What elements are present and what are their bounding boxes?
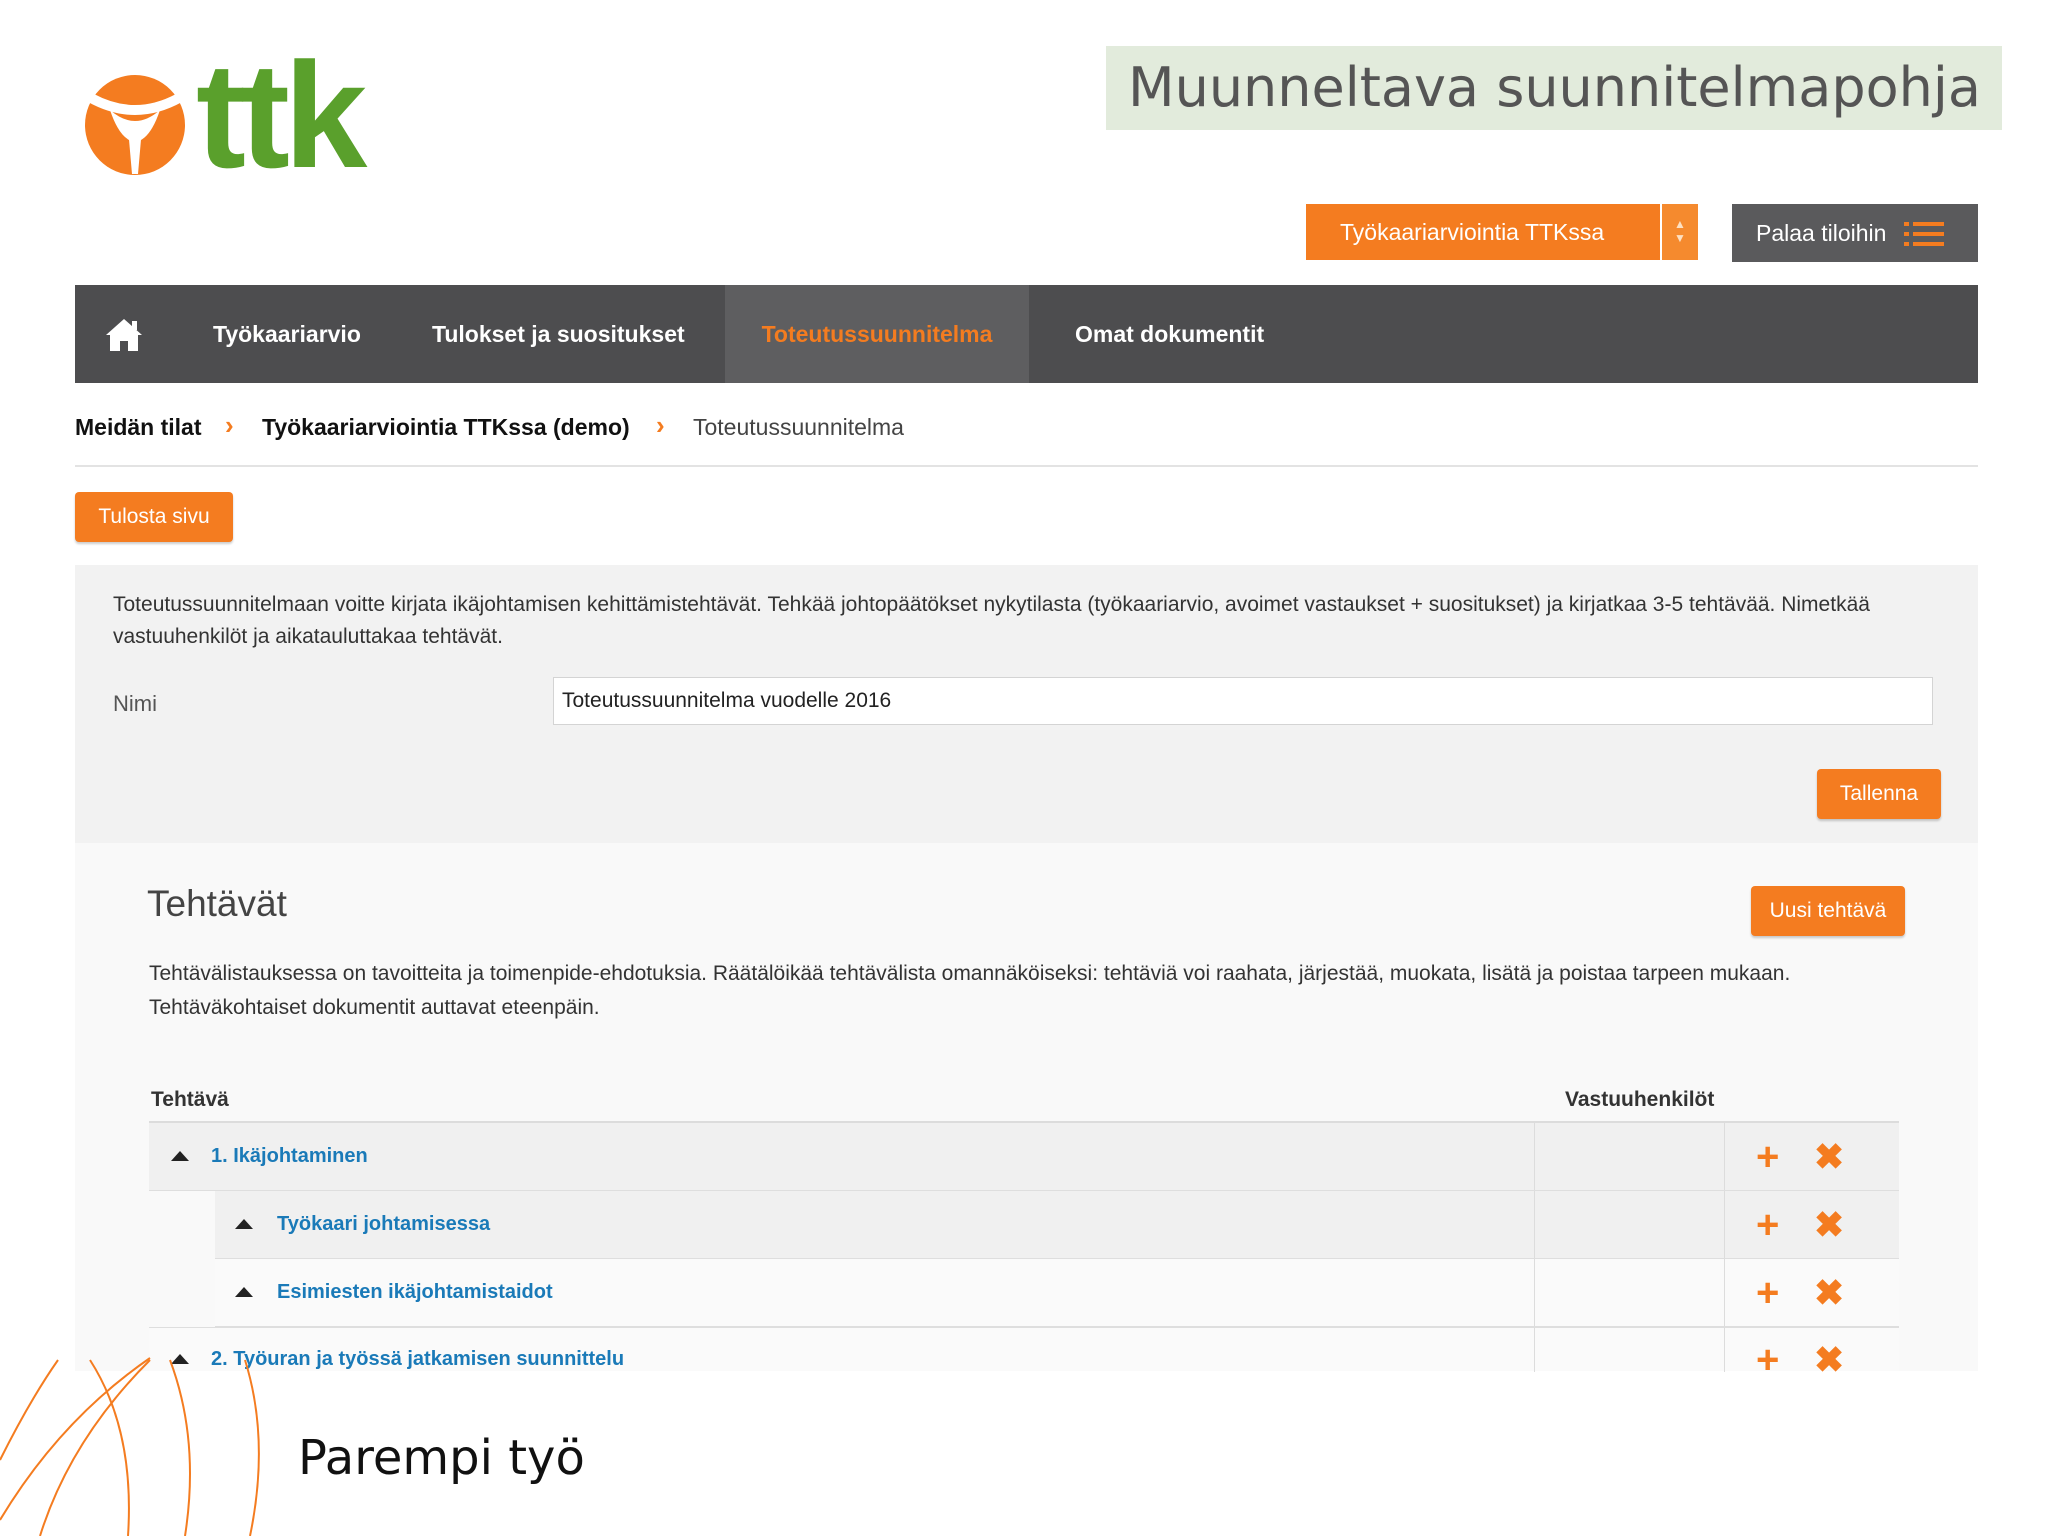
delete-task-icon[interactable]: ✖ — [1814, 1275, 1844, 1311]
plan-intro-text: Toteutussuunnitelmaan voitte kirjata ikä… — [113, 593, 1870, 648]
column-divider — [1724, 1191, 1725, 1258]
tasks-heading: Tehtävät — [147, 883, 287, 924]
name-label: Nimi — [113, 691, 157, 716]
collapse-caret-icon[interactable] — [235, 1287, 253, 1297]
task-row[interactable]: 2. Työuran ja työssä jatkamisen suunnitt… — [149, 1327, 1899, 1380]
delete-task-icon[interactable]: ✖ — [1814, 1139, 1844, 1175]
column-divider — [1534, 1328, 1535, 1372]
delete-task-icon[interactable]: ✖ — [1814, 1207, 1844, 1243]
delete-task-icon[interactable]: ✖ — [1814, 1342, 1844, 1378]
breadcrumb-item-current: Toteutussuunnitelma — [693, 414, 904, 440]
column-divider — [1534, 1259, 1535, 1326]
column-divider — [1534, 1123, 1535, 1190]
document-title: Muunneltava suunnitelmapohja — [1106, 46, 2002, 130]
add-subtask-icon[interactable]: + — [1756, 1273, 1779, 1313]
nav-item-toteutussuunnitelma[interactable]: Toteutussuunnitelma — [725, 285, 1029, 383]
breadcrumb-separator-icon: › — [225, 410, 234, 440]
ttk-logo-mark — [85, 75, 185, 175]
ttk-logo-text: ttk — [196, 31, 367, 199]
tasks-section: Tehtävät Uusi tehtävä Tehtävälistauksess… — [75, 843, 1978, 1380]
select-arrows-icon: ▲ ▼ — [1660, 204, 1698, 260]
add-subtask-icon[interactable]: + — [1756, 1205, 1779, 1245]
collapse-caret-icon[interactable] — [171, 1151, 189, 1161]
add-subtask-icon[interactable]: + — [1756, 1340, 1779, 1380]
task-label[interactable]: 1. Ikäjohtaminen — [211, 1145, 368, 1168]
column-divider — [1724, 1328, 1725, 1372]
back-to-spaces-label: Palaa tiloihin — [1756, 220, 1887, 246]
collapse-caret-icon[interactable] — [235, 1219, 253, 1229]
task-label[interactable]: Esimiesten ikäjohtamistaidot — [277, 1281, 553, 1304]
breadcrumb-item-meidan-tilat[interactable]: Meidän tilat — [75, 412, 202, 442]
nav-item-tulokset[interactable]: Tulokset ja suositukset — [432, 285, 685, 383]
column-header-task: Tehtävä — [151, 1088, 229, 1111]
breadcrumb-separator-icon: › — [656, 410, 665, 440]
column-divider — [1724, 1259, 1725, 1326]
task-row[interactable]: Esimiesten ikäjohtamistaidot + ✖ — [215, 1259, 1899, 1327]
task-label[interactable]: Työkaari johtamisessa — [277, 1213, 490, 1236]
footer-slogan: Parempi työ — [298, 1430, 585, 1486]
breadcrumb-item-space[interactable]: Työkaariarviointia TTKssa (demo) — [262, 412, 630, 442]
column-divider — [1534, 1191, 1535, 1258]
plan-name-input[interactable] — [553, 677, 1933, 725]
task-row[interactable]: 1. Ikäjohtaminen + ✖ — [149, 1123, 1899, 1191]
space-selector[interactable]: Työkaariarviointia TTKssa ▲ ▼ — [1306, 204, 1698, 260]
back-to-spaces-button[interactable]: Palaa tiloihin — [1732, 204, 1978, 262]
nav-item-omat-dokumentit[interactable]: Omat dokumentit — [1075, 285, 1264, 383]
decorative-curves — [0, 1357, 260, 1536]
tasks-description: Tehtävälistauksessa on tavoitteita ja to… — [149, 962, 1791, 1019]
print-page-button[interactable]: Tulosta sivu — [75, 492, 233, 542]
task-row[interactable]: Työkaari johtamisessa + ✖ — [215, 1191, 1899, 1259]
list-icon — [1904, 222, 1944, 246]
nav-item-tyokaariarvio[interactable]: Työkaariarvio — [213, 285, 361, 383]
column-header-responsible: Vastuuhenkilöt — [1565, 1088, 1715, 1111]
save-button[interactable]: Tallenna — [1817, 769, 1941, 819]
breadcrumb-divider — [75, 465, 1978, 467]
main-navigation: Työkaariarvio Tulokset ja suositukset To… — [75, 285, 1978, 383]
plan-panel: Toteutussuunnitelmaan voitte kirjata ikä… — [75, 565, 1978, 843]
column-divider — [1724, 1123, 1725, 1190]
add-subtask-icon[interactable]: + — [1756, 1137, 1779, 1177]
new-task-button[interactable]: Uusi tehtävä — [1751, 886, 1905, 936]
space-selector-value: Työkaariarviointia TTKssa — [1340, 219, 1605, 245]
home-icon[interactable] — [105, 317, 143, 353]
